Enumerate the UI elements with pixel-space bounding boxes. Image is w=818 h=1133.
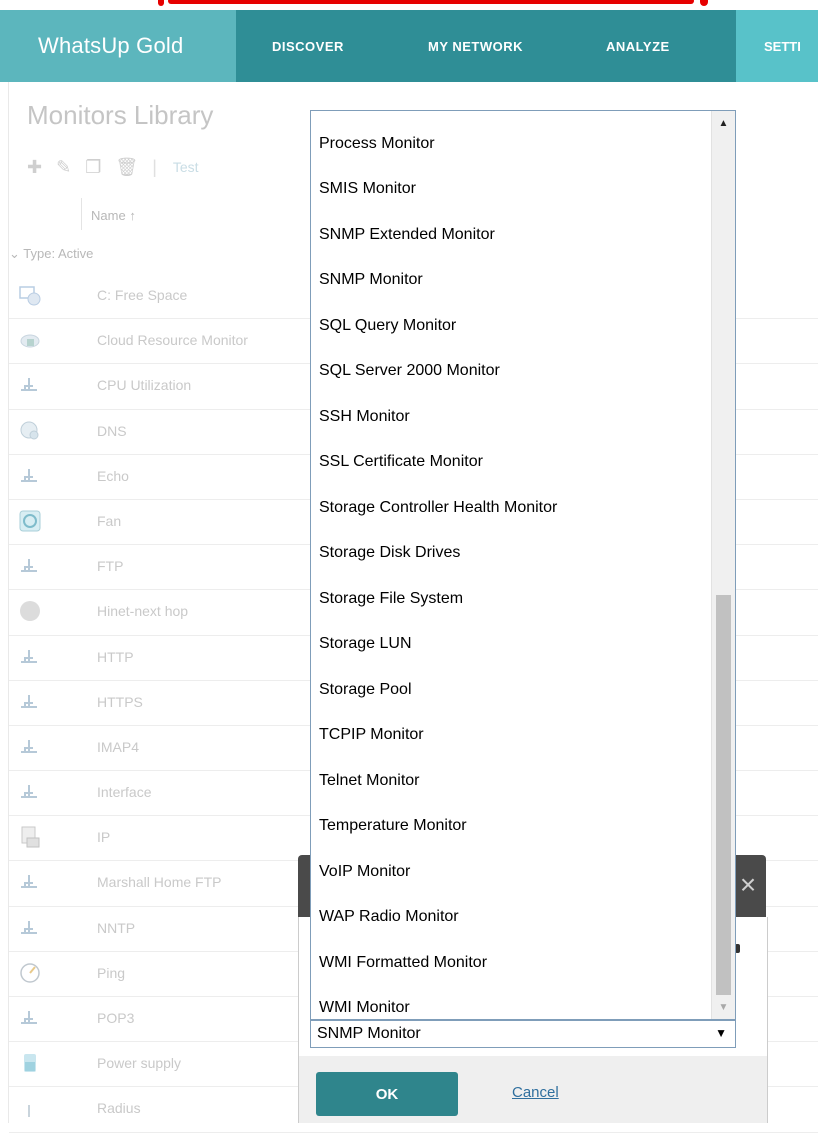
nav-settings[interactable]: SETTI xyxy=(736,10,818,82)
copy-icon[interactable]: ❐ xyxy=(85,157,101,178)
cancel-link[interactable]: Cancel xyxy=(512,1084,559,1101)
dropdown-option[interactable]: WMI Formatted Monitor xyxy=(311,940,711,986)
scroll-up-icon[interactable]: ▲ xyxy=(712,115,735,133)
cloud-icon xyxy=(20,334,40,348)
dropdown-option[interactable]: Process Monitor xyxy=(311,121,711,167)
network-monitor-icon xyxy=(21,739,37,753)
add-icon[interactable]: ✚ xyxy=(27,157,42,178)
row-label: Marshall Home FTP xyxy=(97,874,222,891)
network-monitor-icon xyxy=(21,875,37,889)
document-grid-icon xyxy=(21,826,40,848)
monitor-type-select[interactable]: SNMP Monitor ▼ xyxy=(310,1020,736,1048)
hop-sphere-icon xyxy=(20,601,40,622)
dropdown-option[interactable]: SNMP Monitor xyxy=(311,258,711,304)
edit-icon[interactable]: ✎ xyxy=(56,157,71,178)
nav-discover[interactable]: DISCOVER xyxy=(272,10,344,82)
page-title: Monitors Library xyxy=(27,100,214,130)
row-label: CPU Utilization xyxy=(97,377,192,394)
network-monitor-icon xyxy=(28,1105,30,1118)
sort-arrow-icon: ↑ xyxy=(129,208,136,223)
network-monitor-icon xyxy=(21,559,37,573)
network-monitor-icon xyxy=(21,920,37,934)
dropdown-option[interactable]: SSL Certificate Monitor xyxy=(311,440,711,486)
annotation-mark xyxy=(158,0,164,6)
ping-gauge-icon xyxy=(20,963,40,983)
row-label: Cloud Resource Monitor xyxy=(97,332,248,349)
dropdown-option[interactable]: WAP Radio Monitor xyxy=(311,895,711,941)
power-supply-icon xyxy=(24,1054,36,1073)
dropdown-option[interactable]: TCPIP Monitor xyxy=(311,713,711,759)
ok-button[interactable]: OK xyxy=(316,1072,458,1116)
column-header-name[interactable]: Name ↑ xyxy=(91,208,136,223)
row-label: Fan xyxy=(97,512,122,529)
dropdown-option[interactable]: SNMP Extended Monitor xyxy=(311,212,711,258)
row-label: NNTP xyxy=(97,919,136,936)
scroll-down-icon[interactable]: ▼ xyxy=(712,999,735,1017)
dropdown-options: Process Monitor SMIS Monitor SNMP Extend… xyxy=(311,121,711,1020)
dropdown-option[interactable]: Storage Disk Drives xyxy=(311,531,711,577)
caret-down-icon[interactable]: ▼ xyxy=(715,1026,727,1040)
dropdown-option[interactable]: SSH Monitor xyxy=(311,394,711,440)
dropdown-option[interactable]: Storage LUN xyxy=(311,622,711,668)
row-label: Interface xyxy=(97,784,152,801)
group-label: Type: Active xyxy=(23,246,94,261)
chevron-down-icon: ⌄ xyxy=(9,246,20,261)
disk-space-icon xyxy=(19,286,41,306)
dns-globe-icon xyxy=(20,421,39,440)
row-label: HTTPS xyxy=(97,693,143,710)
row-label: Power supply xyxy=(97,1055,182,1072)
fan-icon xyxy=(19,510,41,532)
annotation-strip xyxy=(0,0,818,10)
dropdown-option[interactable]: SMIS Monitor xyxy=(311,167,711,213)
row-label: Ping xyxy=(97,964,126,981)
dropdown-option[interactable]: WMI Monitor xyxy=(311,986,711,1020)
dropdown-scrollbar[interactable]: ▲ ▼ xyxy=(711,111,735,1019)
annotation-mark xyxy=(168,0,694,4)
network-monitor-icon xyxy=(21,378,37,392)
row-label: POP3 xyxy=(97,1010,135,1026)
nav-analyze[interactable]: ANALYZE xyxy=(606,10,670,82)
dropdown-option[interactable]: SQL Server 2000 Monitor xyxy=(311,349,711,395)
row-label: DNS xyxy=(97,422,127,439)
network-monitor-icon xyxy=(21,785,37,799)
group-header[interactable]: ⌄ Type: Active xyxy=(9,246,93,262)
row-label: Hinet-next hop xyxy=(97,603,189,620)
test-button[interactable]: Test xyxy=(173,159,199,175)
monitor-type-dropdown-list[interactable]: Process Monitor SMIS Monitor SNMP Extend… xyxy=(310,110,736,1020)
dropdown-option[interactable]: Telnet Monitor xyxy=(311,758,711,804)
dropdown-option[interactable]: Storage Controller Health Monitor xyxy=(311,485,711,531)
brand-logo[interactable]: WhatsUp Gold xyxy=(0,10,236,82)
row-label: HTTP xyxy=(97,648,134,665)
dropdown-option[interactable]: Temperature Monitor xyxy=(311,804,711,850)
row-label: FTP xyxy=(97,558,124,575)
toolbar-divider: | xyxy=(152,156,157,177)
row-label: C: Free Space xyxy=(97,287,188,303)
column-divider xyxy=(81,198,82,230)
dropdown-option[interactable]: SQL Query Monitor xyxy=(311,303,711,349)
toolbar: ✚ ✎ ❐ 🗑 | Test xyxy=(27,156,213,178)
column-header-label: Name xyxy=(91,208,126,223)
delete-icon[interactable]: 🗑 xyxy=(115,157,138,178)
network-monitor-icon xyxy=(21,468,37,482)
top-navigation: WhatsUp Gold DISCOVER MY NETWORK ANALYZE… xyxy=(0,10,818,82)
nav-my-network[interactable]: MY NETWORK xyxy=(428,10,523,82)
row-label: IMAP4 xyxy=(97,738,140,755)
dropdown-option[interactable]: Storage Pool xyxy=(311,667,711,713)
network-monitor-icon xyxy=(21,649,37,663)
select-value: SNMP Monitor xyxy=(317,1025,421,1042)
network-monitor-icon xyxy=(21,694,37,708)
row-label: IP xyxy=(97,829,111,846)
scrollbar-thumb[interactable] xyxy=(716,595,731,995)
dropdown-option[interactable]: Storage File System xyxy=(311,576,711,622)
annotation-mark xyxy=(700,0,708,6)
dropdown-option[interactable]: VoIP Monitor xyxy=(311,849,711,895)
network-monitor-icon xyxy=(21,1011,37,1024)
row-label: Echo xyxy=(97,467,129,484)
row-label: Radius xyxy=(97,1100,141,1117)
close-icon[interactable]: × xyxy=(733,870,763,900)
